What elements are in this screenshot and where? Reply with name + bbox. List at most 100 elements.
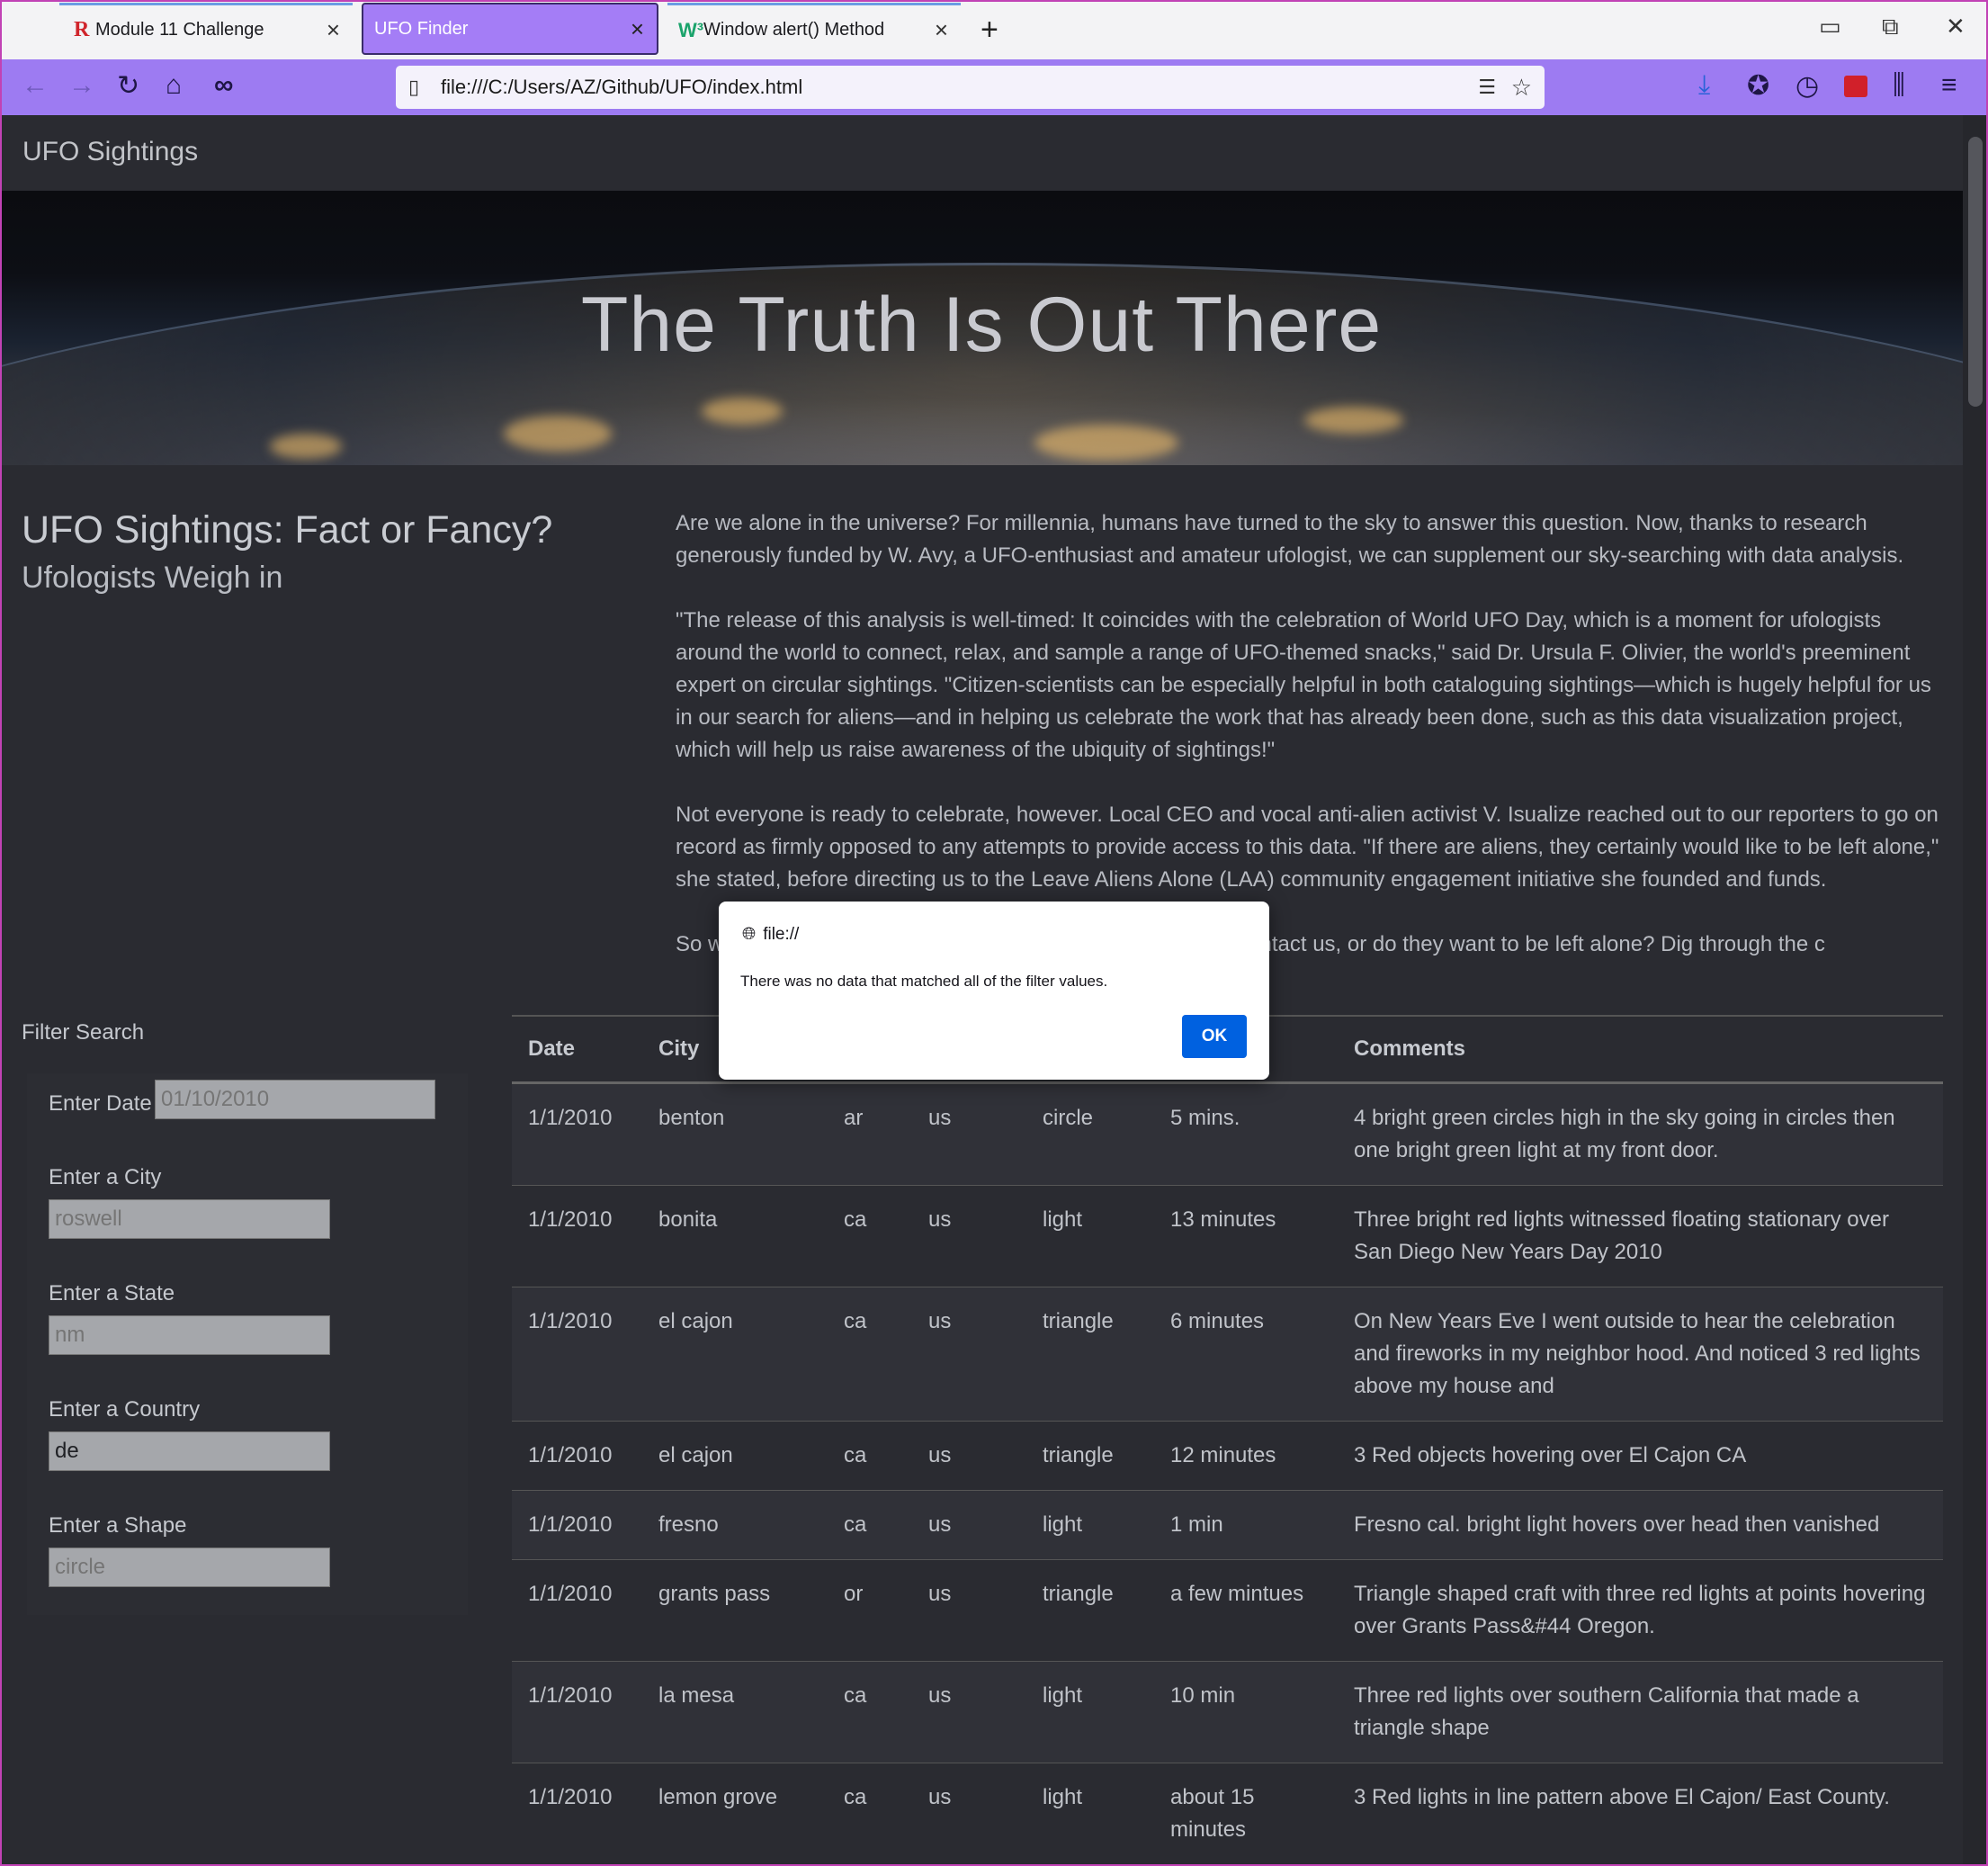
navbar-brand[interactable]: UFO Sightings — [22, 137, 198, 167]
table-row: 1/1/2010 fresno ca us light 1 min Fresno cal. … — [512, 1490, 1943, 1560]
cell-duration: 12 minutes — [1154, 1421, 1338, 1491]
table-row: 1/1/2010 el cajon ca us triangle 6 minutes On … — [512, 1287, 1943, 1422]
bookmark-star-icon[interactable]: ☆ — [1511, 74, 1532, 102]
cell-city: grants pass — [642, 1559, 828, 1662]
date-input[interactable] — [155, 1080, 435, 1119]
address-bar[interactable]: ▯ file:///C:/Users/AZ/Github/UFO/index.h… — [396, 66, 1545, 109]
article-paragraph: Are we alone in the universe? For millen… — [676, 511, 1904, 568]
cell-state: ca — [828, 1185, 912, 1287]
cell-city: el cajon — [642, 1421, 828, 1491]
article-paragraph: "The release of this analysis is well-ti… — [676, 608, 1931, 762]
cell-state: ar — [828, 1082, 912, 1186]
cell-comments: 3 Red lights in line pattern above El Ca… — [1338, 1763, 1943, 1865]
cell-comments: Fresno cal. bright light hovers over hea… — [1338, 1490, 1943, 1560]
shape-input[interactable] — [49, 1548, 330, 1587]
cell-shape: light — [1026, 1763, 1154, 1865]
alert-origin: 🌐︎ file:// — [742, 925, 799, 945]
table-row: 1/1/2010 el cajon ca us triangle 12 minutes 3 … — [512, 1421, 1943, 1491]
tab-favicon: W³ — [678, 18, 704, 41]
cell-comments: Triangle shaped craft with three red lig… — [1338, 1559, 1943, 1662]
extension-icon[interactable] — [1844, 76, 1867, 97]
cell-duration: 5 mins. — [1154, 1082, 1338, 1186]
alert-message: There was no data that matched all of th… — [740, 973, 1108, 990]
tab-favicon: R — [74, 18, 90, 41]
cell-comments: Three red lights over southern Californi… — [1338, 1661, 1943, 1763]
reload-icon[interactable]: ↻ — [117, 70, 139, 102]
cell-shape: light — [1026, 1490, 1154, 1560]
cell-country: us — [912, 1661, 1026, 1763]
cell-duration: 1 min — [1154, 1490, 1338, 1560]
header-comments: Comments — [1338, 1015, 1943, 1084]
download-icon[interactable]: ⤓ — [1698, 70, 1710, 101]
cell-date: 1/1/2010 — [512, 1185, 642, 1287]
collections-icon[interactable]: ✪ — [1747, 70, 1769, 102]
cell-date: 1/1/2010 — [512, 1082, 642, 1186]
cell-comments: 3 Red objects hovering over El Cajon CA — [1338, 1421, 1943, 1491]
cell-country: us — [912, 1185, 1026, 1287]
filter-title: Filter Search — [22, 1020, 145, 1045]
cell-city: el cajon — [642, 1287, 828, 1422]
close-icon[interactable]: × — [327, 16, 340, 44]
cell-shape: light — [1026, 1661, 1154, 1763]
date-label: Enter Date — [49, 1091, 152, 1116]
cell-state: or — [828, 1559, 912, 1662]
window-close-icon[interactable]: ✕ — [1946, 13, 1966, 40]
cell-country: us — [912, 1082, 1026, 1186]
cell-city: benton — [642, 1082, 828, 1186]
cell-comments: 4 bright green circles high in the sky g… — [1338, 1082, 1943, 1186]
forward-icon[interactable]: → — [68, 70, 95, 101]
country-input[interactable] — [49, 1431, 330, 1471]
cell-country: us — [912, 1763, 1026, 1865]
cell-duration: 13 minutes — [1154, 1185, 1338, 1287]
tab-strip: R Module 11 Challenge × UFO Finder × W³ … — [0, 0, 1988, 59]
maximize-icon[interactable]: ⧉ — [1882, 13, 1899, 41]
cell-country: us — [912, 1490, 1026, 1560]
filter-panel: Enter Date Enter a City Enter a State En… — [27, 1073, 468, 1615]
alert-origin-text: file:// — [763, 925, 800, 944]
cell-date: 1/1/2010 — [512, 1287, 642, 1422]
library-icon[interactable]: ⫼ — [1893, 70, 1905, 101]
ok-button[interactable]: OK — [1182, 1015, 1247, 1058]
cell-shape: triangle — [1026, 1287, 1154, 1422]
tab-title: Window alert() Method — [703, 20, 885, 40]
country-label: Enter a Country — [49, 1397, 201, 1422]
tab-module-11[interactable]: R Module 11 Challenge × — [59, 3, 353, 55]
cell-state: ca — [828, 1661, 912, 1763]
tab-window-alert[interactable]: W³ Window alert() Method × — [667, 3, 961, 55]
nav-toolbar: ← → ↻ ⌂ ∞ ▯ file:///C:/Users/AZ/Github/U… — [0, 59, 1988, 115]
cell-shape: light — [1026, 1185, 1154, 1287]
close-icon[interactable]: × — [631, 15, 644, 43]
cell-city: bonita — [642, 1185, 828, 1287]
scrollbar[interactable] — [1963, 115, 1988, 1866]
cell-shape: triangle — [1026, 1559, 1154, 1662]
minimize-icon[interactable]: ▭ — [1819, 13, 1841, 40]
cell-duration: 6 minutes — [1154, 1287, 1338, 1422]
new-tab-icon[interactable]: + — [981, 13, 998, 48]
cell-comments: Three bright red lights witnessed floati… — [1338, 1185, 1943, 1287]
history-icon[interactable]: ◷ — [1795, 70, 1819, 102]
url-text: file:///C:/Users/AZ/Github/UFO/index.htm… — [441, 76, 803, 98]
back-icon[interactable]: ← — [22, 70, 49, 101]
private-mask-icon[interactable]: ∞ — [214, 70, 233, 101]
shape-label: Enter a Shape — [49, 1513, 187, 1538]
city-input[interactable] — [49, 1199, 330, 1239]
menu-icon[interactable]: ≡ — [1941, 70, 1957, 101]
tab-ufo-finder[interactable]: UFO Finder × — [362, 3, 658, 55]
cell-duration: about 15 minutes — [1154, 1763, 1338, 1865]
table-row: 1/1/2010 la mesa ca us light 10 min Three red … — [512, 1661, 1943, 1763]
tab-title: UFO Finder — [374, 18, 469, 39]
table-row: 1/1/2010 grants pass or us triangle a few min… — [512, 1559, 1943, 1662]
cell-city: fresno — [642, 1490, 828, 1560]
header-date: Date — [512, 1015, 642, 1084]
cell-city: la mesa — [642, 1661, 828, 1763]
home-icon[interactable]: ⌂ — [166, 70, 182, 101]
city-label: Enter a City — [49, 1165, 162, 1189]
state-input[interactable] — [49, 1315, 330, 1355]
table-row: 1/1/2010 benton ar us circle 5 mins. 4 bright … — [512, 1082, 1943, 1186]
cell-date: 1/1/2010 — [512, 1559, 642, 1662]
page-icon: ▯ — [408, 76, 420, 98]
scrollbar-thumb[interactable] — [1968, 137, 1983, 407]
reader-view-icon[interactable]: ☰ — [1478, 76, 1496, 99]
cell-duration: a few mintues — [1154, 1559, 1338, 1662]
close-icon[interactable]: × — [935, 16, 948, 44]
